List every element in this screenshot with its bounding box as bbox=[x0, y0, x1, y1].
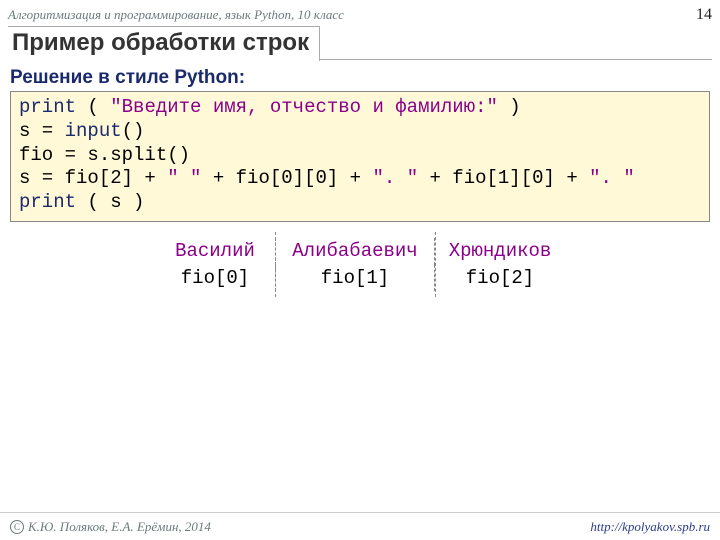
example-name-2: Алибабаевич bbox=[275, 238, 435, 265]
example-idx-3: fio[2] bbox=[435, 265, 565, 292]
code-line-4: s = fio[2] + " " + fio[0][0] + ". " + fi… bbox=[19, 167, 701, 191]
example-idx-2: fio[1] bbox=[275, 265, 435, 292]
example-name-1: Василий bbox=[155, 238, 275, 265]
code-line-2: s = input() bbox=[19, 120, 701, 144]
footer: С К.Ю. Поляков, Е.А. Ерёмин, 2014 http:/… bbox=[0, 512, 720, 540]
divider bbox=[435, 232, 436, 298]
keyword-input: input bbox=[65, 120, 122, 142]
keyword-print: print bbox=[19, 191, 76, 213]
code-line-5: print ( s ) bbox=[19, 191, 701, 215]
title-divider bbox=[320, 59, 712, 60]
course-title: Алгоритмизация и программирование, язык … bbox=[8, 7, 344, 23]
keyword-print: print bbox=[19, 96, 76, 118]
example-box: Василий Алибабаевич Хрюндиков fio[0] fio… bbox=[155, 238, 565, 292]
footer-copyright: С К.Ю. Поляков, Е.А. Ерёмин, 2014 bbox=[10, 519, 211, 535]
page-number: 14 bbox=[696, 6, 712, 24]
slide-title: Пример обработки строк bbox=[8, 26, 320, 61]
code-line-3: fio = s.split() bbox=[19, 144, 701, 168]
string-literal: " " bbox=[167, 167, 201, 189]
section-subtitle: Решение в стиле Python: bbox=[10, 67, 710, 89]
code-block: print ( "Введите имя, отчество и фамилию… bbox=[10, 91, 710, 222]
example-name-3: Хрюндиков bbox=[435, 238, 565, 265]
footer-url: http://kpolyakov.spb.ru bbox=[590, 519, 710, 535]
string-literal: ". " bbox=[372, 167, 418, 189]
code-line-1: print ( "Введите имя, отчество и фамилию… bbox=[19, 96, 701, 120]
footer-authors: К.Ю. Поляков, Е.А. Ерёмин, 2014 bbox=[28, 519, 211, 535]
copyright-icon: С bbox=[10, 520, 24, 534]
example-idx-1: fio[0] bbox=[155, 265, 275, 292]
string-literal: "Введите имя, отчество и фамилию:" bbox=[110, 96, 498, 118]
string-literal: ". " bbox=[589, 167, 635, 189]
divider bbox=[275, 232, 276, 298]
